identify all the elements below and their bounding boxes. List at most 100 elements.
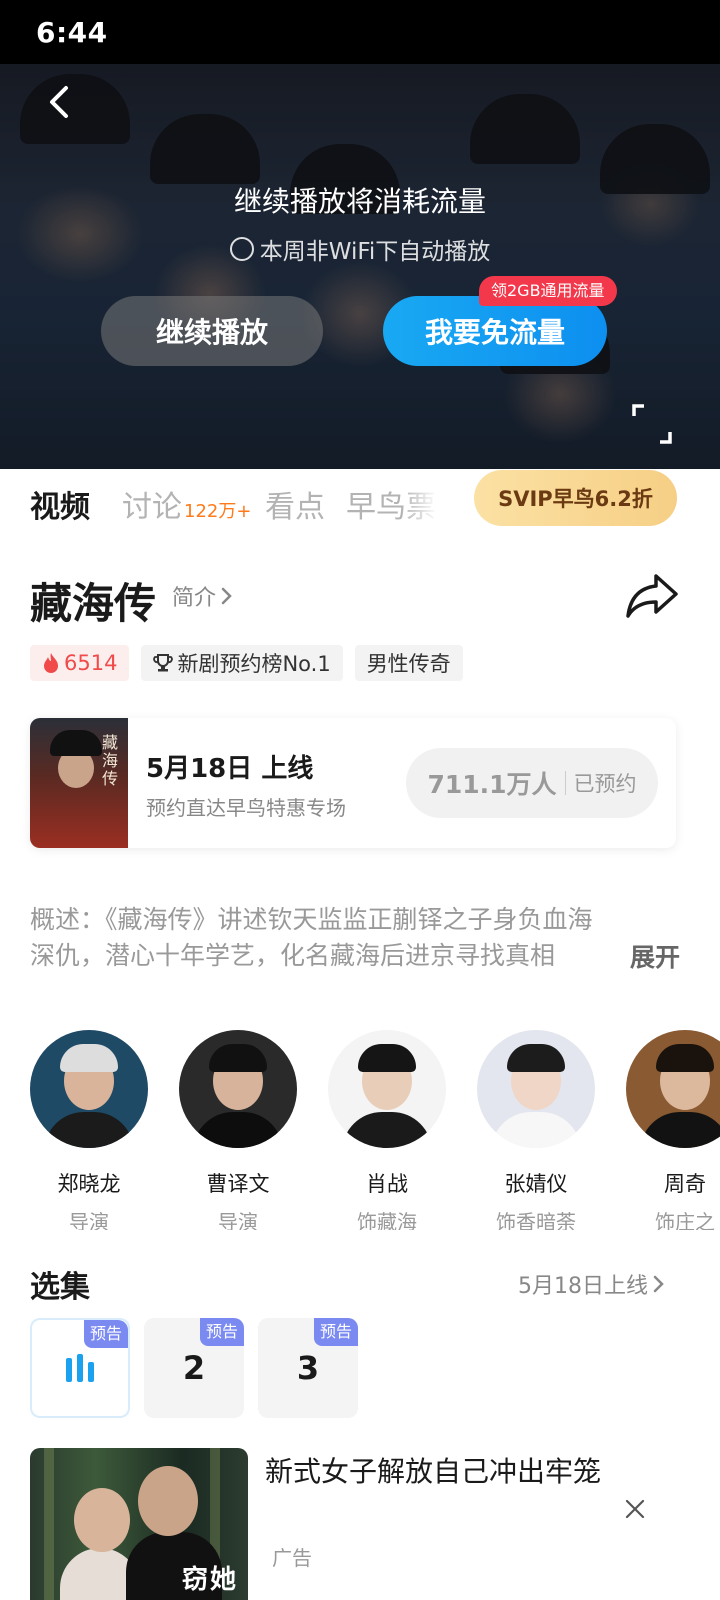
- synopsis-line: 概述：《藏海传》讲述钦天监监正蒯铎之子身负血海: [30, 905, 593, 934]
- status-bar: 6:44: [0, 0, 720, 64]
- cast-name: 肖战: [366, 1172, 408, 1196]
- indicator-bar: [66, 1358, 72, 1382]
- auto-play-label: 本周非WiFi下自动播放: [259, 239, 491, 265]
- reserved-label: 已预约: [573, 772, 637, 796]
- continue-play-button[interactable]: 继续播放: [101, 296, 323, 366]
- avatar-body: [44, 1112, 134, 1148]
- reserve-button[interactable]: 711.1万人 已预约: [406, 748, 658, 818]
- cast-role: 饰香暗荼: [496, 1210, 576, 1230]
- cast-role: 导演: [69, 1210, 109, 1230]
- svip-early-bird-button[interactable]: SVIP早鸟6.2折: [474, 470, 677, 526]
- avatar-hair: [507, 1044, 565, 1072]
- indicator-bar: [77, 1354, 83, 1382]
- tab-early-bird[interactable]: 早鸟票: [346, 482, 438, 526]
- genre-label: 男性传奇: [366, 652, 451, 676]
- tab-label: 看点: [265, 490, 325, 525]
- radio-button-icon[interactable]: [229, 237, 254, 261]
- popularity-tag[interactable]: 6514: [30, 645, 130, 681]
- ad-image[interactable]: 窃她: [30, 1448, 248, 1600]
- free-data-badge: 领2GB通用流量: [479, 276, 617, 306]
- divider: [564, 771, 566, 795]
- episode-item-3[interactable]: 3 预告: [258, 1318, 358, 1418]
- playing-indicator-icon: [66, 1354, 94, 1382]
- cast-role: 导演: [218, 1210, 258, 1230]
- cast-member[interactable]: 肖战 饰藏海: [328, 1030, 446, 1230]
- avatar-body: [491, 1112, 581, 1148]
- chevron-right-icon: [653, 1275, 664, 1293]
- close-icon[interactable]: [622, 1496, 648, 1522]
- cast-name: 曹译文: [206, 1172, 270, 1196]
- trailer-badge: 预告: [199, 1318, 244, 1346]
- avatar-hair: [209, 1044, 267, 1072]
- data-usage-message: 继续播放将消耗流量: [233, 185, 486, 218]
- genre-tag[interactable]: 男性传奇: [354, 645, 463, 681]
- episodes-title: 选集: [30, 1270, 90, 1305]
- free-data-button[interactable]: 我要免流量: [383, 296, 607, 366]
- episodes-release-label: 5月18日上线: [518, 1274, 648, 1299]
- synopsis-line: 深仇，潜心十年学艺，化名藏海后进京寻找真相: [30, 941, 556, 970]
- chevron-right-icon: [221, 587, 232, 605]
- avatar-hair: [656, 1044, 714, 1072]
- ranking-tag[interactable]: 新剧预约榜No.1: [141, 645, 343, 681]
- ad-image-figure: [138, 1466, 198, 1536]
- cast-member[interactable]: 周奇 饰庄之: [626, 1030, 720, 1230]
- share-icon[interactable]: [624, 568, 680, 624]
- trailer-badge: 预告: [313, 1318, 358, 1346]
- indicator-bar: [88, 1362, 94, 1382]
- trophy-icon: [153, 654, 174, 672]
- flame-icon: [44, 653, 58, 673]
- ad-image-logo: 窃她: [181, 1565, 238, 1595]
- tab-discussion[interactable]: 讨论 122万+: [122, 482, 251, 526]
- discussion-count: 122万+: [184, 501, 252, 522]
- video-player[interactable]: 继续播放将消耗流量 本周非WiFi下自动播放 继续播放 我要免流量 领2GB通用…: [0, 64, 720, 469]
- episode-number: 2: [182, 1349, 206, 1387]
- status-time: 6:44: [36, 16, 108, 49]
- cast-name: 周奇: [664, 1172, 706, 1196]
- ad-image-figure: [74, 1488, 130, 1552]
- cast-member[interactable]: 曹译文 导演: [179, 1030, 297, 1230]
- ad-image-detail: [44, 1448, 54, 1600]
- cast-name: 张婧仪: [504, 1172, 568, 1196]
- cast-member[interactable]: 张婧仪 饰香暗荼: [477, 1030, 595, 1230]
- tag-list: 6514 新剧预约榜No.1 男性传奇: [30, 645, 463, 681]
- release-subtitle: 预约直达早鸟特惠专场: [146, 796, 346, 820]
- intro-link[interactable]: 简介: [172, 580, 234, 612]
- avatar: [179, 1030, 297, 1148]
- release-date: 5月18日 上线: [146, 754, 314, 784]
- episode-item-2[interactable]: 2 预告: [144, 1318, 244, 1418]
- avatar-body: [193, 1112, 283, 1148]
- expand-button[interactable]: 展开: [622, 938, 681, 974]
- tab-label: 视频: [30, 490, 90, 525]
- episodes-more-link[interactable]: 5月18日上线: [518, 1268, 666, 1300]
- cast-member[interactable]: 郑晓龙 导演: [30, 1030, 148, 1230]
- cast-name: 郑晓龙: [57, 1172, 121, 1196]
- detail-tabs: 视频 讨论 122万+ 看点 早鸟票 SVIP早鸟6.2折: [0, 470, 720, 534]
- ad-title[interactable]: 新式女子解放自己冲出牢笼: [265, 1450, 601, 1490]
- avatar: [626, 1030, 720, 1148]
- intro-label: 简介: [172, 586, 217, 611]
- avatar: [328, 1030, 446, 1148]
- avatar-hair: [358, 1044, 416, 1072]
- back-arrow-icon[interactable]: [40, 82, 80, 122]
- poster-figure-hat: [50, 730, 102, 756]
- episode-item-1[interactable]: 预告: [30, 1318, 130, 1418]
- cast-role: 饰藏海: [357, 1210, 417, 1230]
- episode-number: 3: [296, 1349, 320, 1387]
- cast-list: 郑晓龙 导演 曹译文 导演 肖战 饰藏海 张婧仪 饰香暗荼 周奇 饰庄之: [30, 1030, 720, 1230]
- ad-label: 广告: [272, 1546, 312, 1570]
- avatar-body: [640, 1112, 720, 1148]
- video-overlay: [0, 64, 720, 469]
- avatar-hair: [60, 1044, 118, 1072]
- tab-highlights[interactable]: 看点: [265, 482, 325, 526]
- fullscreen-icon[interactable]: [630, 402, 674, 446]
- avatar-body: [342, 1112, 432, 1148]
- auto-play-option[interactable]: 本周非WiFi下自动播放: [0, 232, 720, 266]
- trailer-badge: 预告: [83, 1320, 128, 1348]
- tab-video[interactable]: 视频: [30, 482, 90, 526]
- popularity-value: 6514: [64, 651, 118, 675]
- release-card[interactable]: 藏海传 5月18日 上线 预约直达早鸟特惠专场 711.1万人 已预约: [30, 718, 676, 848]
- tab-label: 早鸟票: [346, 490, 436, 525]
- show-poster: 藏海传: [30, 718, 128, 848]
- cast-role: 饰庄之: [655, 1210, 715, 1230]
- poster-title: 藏海传: [99, 734, 118, 788]
